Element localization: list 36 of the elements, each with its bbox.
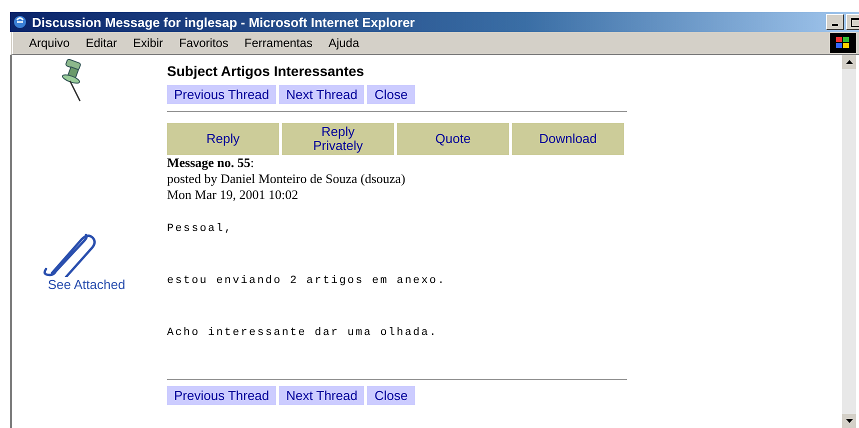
thread-nav-link[interactable]: Next Thread (279, 85, 364, 104)
message-text: estou enviando 2 artigos em anexo. (167, 275, 446, 287)
message-number: Message no. 55: (167, 155, 256, 171)
attachment-link[interactable]: See Attached (48, 277, 126, 292)
scrollbar[interactable] (842, 55, 856, 428)
post-date: Mon Mar 19, 2001 10:02 (167, 187, 300, 203)
action-button[interactable]: Quote (397, 123, 509, 155)
scroll-down-button[interactable] (842, 414, 856, 428)
action-button[interactable]: Reply (167, 123, 279, 155)
message-text: Acho interessante dar uma olhada. (167, 327, 439, 339)
down-arrow-icon (846, 419, 852, 423)
up-arrow-icon (846, 60, 852, 64)
menu-item[interactable]: Exibir (127, 36, 170, 50)
subject-heading: Subject Artigos Interessantes (167, 63, 366, 79)
thread-nav-link[interactable]: Next Thread (279, 386, 364, 405)
action-button[interactable]: Download (512, 123, 624, 155)
message-text: Pessoal, (167, 223, 234, 235)
paperclip-icon (42, 231, 98, 277)
scroll-up-button[interactable] (842, 55, 856, 69)
menu-item[interactable]: Ajuda (322, 36, 366, 50)
menu-item[interactable]: Editar (80, 36, 124, 50)
menu-item[interactable]: Arquivo (23, 36, 76, 50)
menu-item[interactable]: Favoritos (173, 36, 234, 50)
thread-nav-link[interactable]: Close (367, 386, 415, 405)
posted-by: posted by Daniel Monteiro de Souza (dsouza) (167, 171, 406, 187)
windows-logo-icon (830, 33, 856, 53)
thread-nav-link[interactable]: Previous Thread (167, 386, 276, 405)
maximize-icon (850, 18, 859, 26)
maximize-button[interactable] (846, 14, 859, 30)
thread-nav-link[interactable]: Close (367, 85, 415, 104)
minimize-button[interactable] (826, 14, 844, 30)
menu-item[interactable]: Ferramentas (238, 36, 318, 50)
action-button[interactable]: Reply Privately (282, 123, 394, 155)
thread-nav-link[interactable]: Previous Thread (167, 85, 276, 104)
window-title: Discussion Message for inglesap - Microsoft Internet Explorer (32, 14, 415, 30)
browser-icon (12, 14, 28, 30)
